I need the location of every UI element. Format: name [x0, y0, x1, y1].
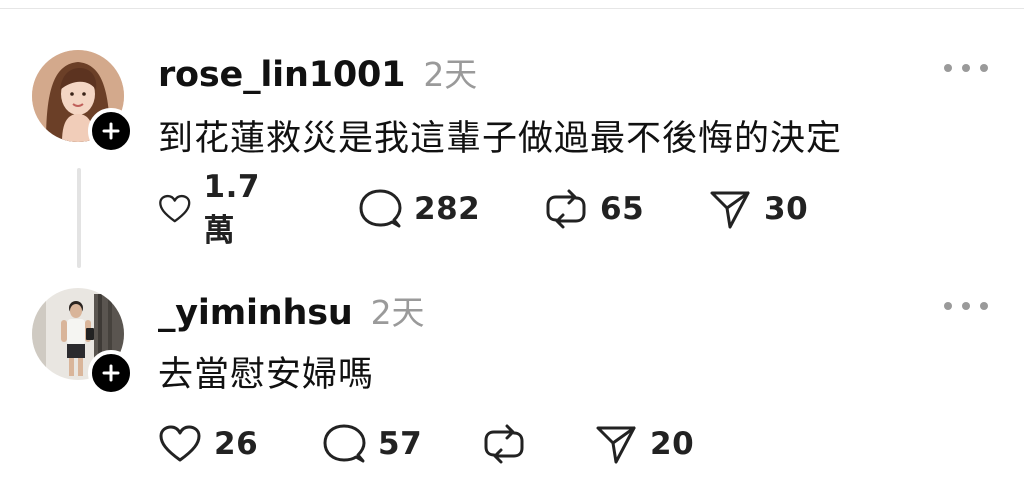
- reply-button[interactable]: 57: [322, 422, 422, 466]
- repost-icon: [484, 424, 524, 464]
- post-header: _yiminhsu 2天: [158, 286, 425, 334]
- repost-icon: [546, 189, 586, 229]
- more-options-button[interactable]: [944, 58, 988, 78]
- thread-post: _yiminhsu 2天 去當慰安婦嗎 26 57 20: [0, 262, 1024, 496]
- comment-bubble-icon: [323, 424, 366, 463]
- like-count: 26: [214, 426, 259, 462]
- post-time: 2天: [423, 55, 478, 94]
- username[interactable]: _yiminhsu: [158, 293, 353, 333]
- heart-icon: [159, 425, 201, 462]
- thread-post: rose_lin1001 2天 到花蓮救災是我這輩子做過最不後悔的決定 1.7萬…: [0, 0, 1024, 268]
- reply-count: 282: [414, 191, 481, 227]
- thread-connector-line: [77, 168, 81, 268]
- share-button[interactable]: 30: [708, 187, 808, 231]
- follow-button[interactable]: [88, 350, 134, 396]
- heart-icon: [159, 194, 191, 223]
- like-count: 1.7萬: [203, 168, 260, 249]
- share-count: 30: [764, 191, 809, 227]
- comment-bubble-icon: [359, 189, 402, 228]
- post-time: 2天: [370, 293, 425, 332]
- repost-count: 65: [600, 191, 645, 227]
- ellipsis-icon: [944, 302, 952, 310]
- follow-button[interactable]: [88, 108, 134, 154]
- username[interactable]: rose_lin1001: [158, 55, 406, 95]
- send-icon: [710, 191, 750, 229]
- post-text: 到花蓮救災是我這輩子做過最不後悔的決定: [158, 119, 843, 159]
- plus-icon: [102, 122, 120, 140]
- repost-button[interactable]: 65: [544, 187, 644, 231]
- repost-button[interactable]: [482, 422, 538, 466]
- post-header: rose_lin1001 2天: [158, 48, 477, 96]
- ellipsis-icon: [944, 64, 952, 72]
- post-text: 去當慰安婦嗎: [158, 355, 375, 395]
- share-button[interactable]: 20: [594, 422, 694, 466]
- like-button[interactable]: 26: [158, 422, 258, 466]
- like-button[interactable]: 1.7萬: [158, 169, 270, 249]
- plus-icon: [102, 364, 120, 382]
- reply-button[interactable]: 282: [358, 187, 480, 231]
- share-count: 20: [650, 426, 695, 462]
- send-icon: [596, 426, 636, 464]
- reply-count: 57: [378, 426, 423, 462]
- more-options-button[interactable]: [944, 296, 988, 316]
